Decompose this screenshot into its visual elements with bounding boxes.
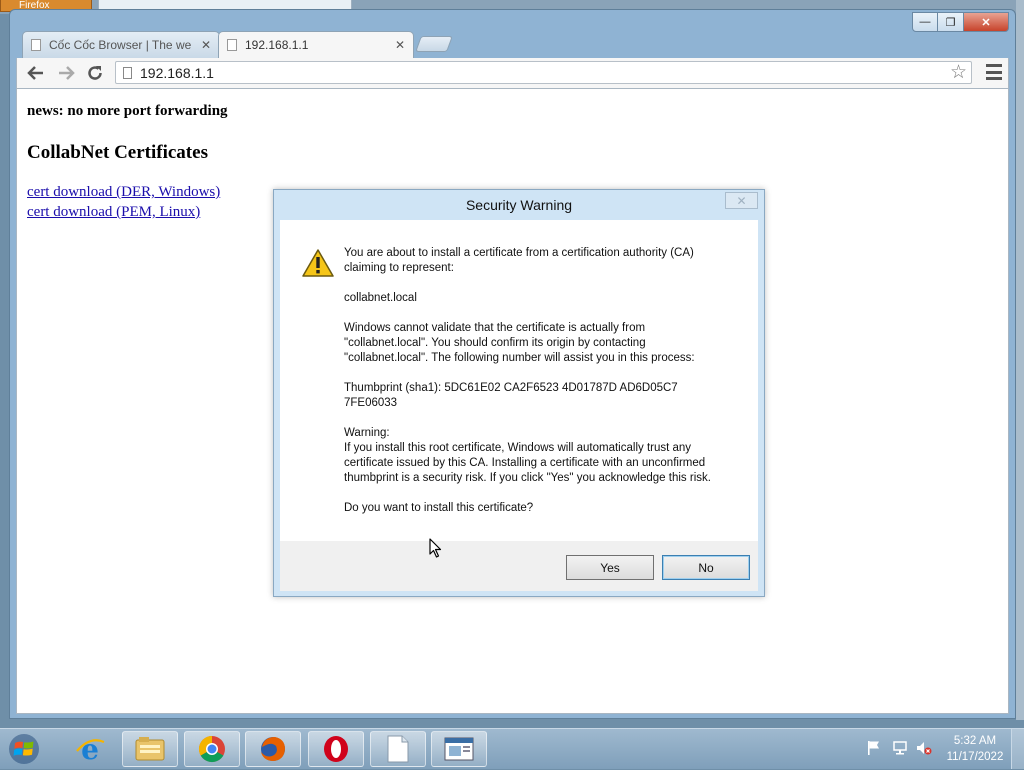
taskbar: e 5:32 AM 11/17/2022 bbox=[0, 728, 1024, 769]
menu-bar-icon bbox=[986, 77, 1002, 80]
menu-bar-icon bbox=[986, 70, 1002, 74]
cert-download-pem-link[interactable]: cert download (PEM, Linux) bbox=[27, 204, 200, 221]
cert-download-der-link[interactable]: cert download (DER, Windows) bbox=[27, 184, 220, 201]
reload-icon bbox=[88, 66, 102, 80]
dialog-titlebar[interactable]: Security Warning ✕ bbox=[274, 190, 764, 220]
back-arrow-icon bbox=[27, 66, 43, 80]
action-center-flag-icon[interactable] bbox=[866, 739, 882, 757]
close-tab-icon[interactable]: ✕ bbox=[201, 38, 211, 52]
close-tab-icon[interactable]: ✕ bbox=[395, 38, 405, 52]
url-input[interactable] bbox=[140, 64, 950, 81]
clock[interactable]: 5:32 AM 11/17/2022 bbox=[944, 733, 1006, 765]
volume-muted-icon[interactable] bbox=[916, 739, 932, 757]
taskbar-internet-explorer[interactable]: e bbox=[62, 731, 118, 767]
maximize-button[interactable]: ❐ bbox=[937, 12, 964, 32]
taskbar-window-app[interactable] bbox=[431, 731, 487, 767]
taskbar-chrome[interactable] bbox=[184, 731, 240, 767]
windows-logo-icon bbox=[9, 734, 39, 764]
taskbar-opera[interactable] bbox=[308, 731, 364, 767]
page-icon bbox=[123, 66, 132, 79]
reload-button[interactable] bbox=[84, 62, 106, 84]
address-bar[interactable]: ☆ bbox=[115, 61, 972, 84]
page-title: CollabNet Certificates bbox=[27, 142, 208, 163]
tab-title: Cốc Cốc Browser | The we bbox=[49, 38, 192, 52]
warning-icon bbox=[302, 249, 334, 277]
message-intro: You are about to install a certificate f… bbox=[344, 247, 694, 274]
new-tab-button[interactable] bbox=[415, 36, 453, 52]
dialog-close-button[interactable]: ✕ bbox=[725, 192, 758, 209]
dialog-message: You are about to install a certificate f… bbox=[344, 246, 728, 531]
taskbar-notepad[interactable] bbox=[370, 731, 426, 767]
no-button[interactable]: No bbox=[662, 555, 750, 580]
taskbar-firefox[interactable] bbox=[245, 731, 301, 767]
menu-button[interactable] bbox=[986, 64, 1002, 80]
news-heading: news: no more port forwarding bbox=[27, 103, 228, 119]
tab-strip: Cốc Cốc Browser | The we ✕ 192.168.1.1 ✕… bbox=[10, 10, 1015, 58]
background-window-edge bbox=[1016, 0, 1024, 720]
message-warning: If you install this root certificate, Wi… bbox=[344, 442, 711, 484]
forward-arrow-icon bbox=[59, 66, 75, 80]
page-icon bbox=[31, 39, 41, 51]
svg-text:e: e bbox=[81, 734, 99, 764]
back-button[interactable] bbox=[25, 62, 47, 84]
minimize-button[interactable]: — bbox=[912, 12, 938, 32]
clock-time: 5:32 AM bbox=[953, 735, 997, 747]
firefox-icon bbox=[261, 737, 285, 761]
start-button[interactable] bbox=[4, 733, 44, 765]
message-thumbprint: Thumbprint (sha1): 5DC61E02 CA2F6523 4D0… bbox=[344, 382, 678, 409]
window-app-icon bbox=[444, 737, 474, 761]
menu-bar-icon bbox=[986, 64, 1002, 67]
network-icon[interactable] bbox=[892, 739, 908, 757]
message-validation: Windows cannot validate that the certifi… bbox=[344, 322, 695, 364]
message-ca-name: collabnet.local bbox=[344, 292, 417, 304]
tab-192-168-1-1[interactable]: 192.168.1.1 ✕ bbox=[218, 31, 414, 58]
mouse-cursor-icon bbox=[429, 538, 442, 558]
message-question: Do you want to install this certificate? bbox=[344, 502, 534, 514]
page-icon bbox=[227, 39, 237, 51]
tab-title: 192.168.1.1 bbox=[245, 38, 309, 52]
tab-coccoc[interactable]: Cốc Cốc Browser | The we ✕ bbox=[22, 31, 220, 58]
chrome-icon bbox=[198, 735, 225, 763]
dialog-footer: Yes No bbox=[280, 541, 758, 591]
bookmark-star-icon[interactable]: ☆ bbox=[950, 61, 967, 84]
browser-toolbar: ☆ bbox=[16, 58, 1009, 88]
internet-explorer-icon: e bbox=[76, 734, 105, 764]
forward-button[interactable] bbox=[55, 62, 77, 84]
folder-icon bbox=[135, 737, 165, 761]
dialog-title: Security Warning bbox=[465, 197, 573, 213]
security-warning-dialog: Security Warning ✕ You are about to inst… bbox=[273, 189, 765, 597]
show-desktop-button[interactable] bbox=[1011, 729, 1024, 769]
document-icon bbox=[387, 735, 409, 763]
taskbar-file-explorer[interactable] bbox=[122, 731, 178, 767]
yes-button[interactable]: Yes bbox=[566, 555, 654, 580]
dialog-body: You are about to install a certificate f… bbox=[280, 220, 758, 541]
system-tray bbox=[864, 737, 944, 761]
opera-icon bbox=[324, 736, 348, 762]
message-warning-label: Warning: bbox=[344, 427, 390, 439]
clock-date: 11/17/2022 bbox=[946, 751, 1004, 763]
close-window-button[interactable]: ✕ bbox=[963, 12, 1009, 32]
